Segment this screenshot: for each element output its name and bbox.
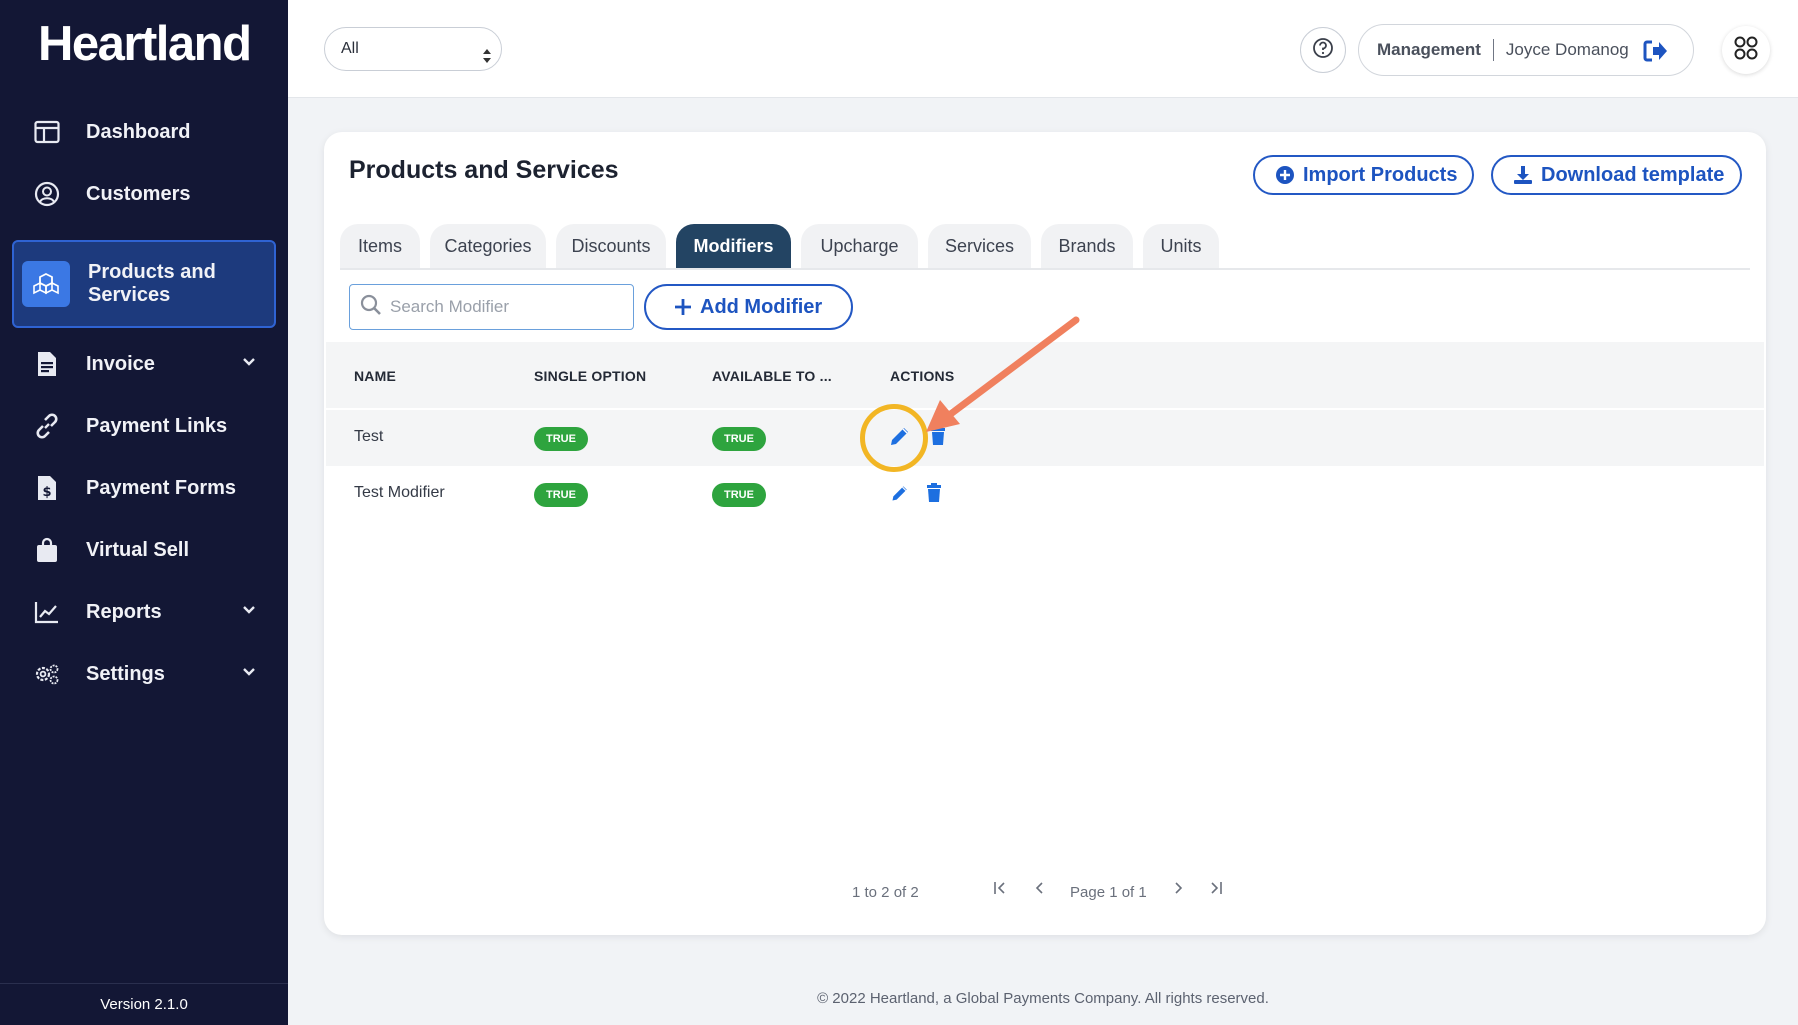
tab-modifiers[interactable]: Modifiers bbox=[676, 224, 791, 268]
divider bbox=[1492, 39, 1494, 61]
search-modifier-field[interactable] bbox=[349, 284, 634, 330]
apps-icon bbox=[1733, 35, 1759, 66]
reports-icon bbox=[32, 597, 62, 627]
sidebar-item-settings[interactable]: Settings bbox=[12, 640, 276, 708]
sidebar-item-label: Virtual Sell bbox=[86, 538, 190, 561]
dashboard-icon bbox=[32, 117, 62, 147]
chevron-down-icon[interactable] bbox=[242, 602, 256, 620]
sidebar-item-customers[interactable]: Customers bbox=[12, 160, 276, 228]
sidebar-item-virtual-sell[interactable]: Virtual Sell bbox=[12, 516, 276, 584]
next-page-icon[interactable] bbox=[1170, 880, 1186, 901]
search-input[interactable] bbox=[390, 297, 610, 317]
customers-icon bbox=[32, 179, 62, 209]
last-page-icon[interactable] bbox=[1208, 880, 1224, 901]
chevron-down-icon[interactable] bbox=[242, 354, 256, 372]
user-menu: Management Joyce Domanog bbox=[1358, 24, 1694, 76]
help-button[interactable] bbox=[1300, 27, 1346, 73]
download-template-button[interactable]: Download template bbox=[1491, 155, 1742, 195]
apps-grid-button[interactable] bbox=[1722, 26, 1770, 74]
edit-pencil-icon[interactable] bbox=[890, 483, 910, 508]
products-icon bbox=[22, 261, 70, 307]
search-icon bbox=[360, 294, 382, 321]
sidebar-item-label: Products and Services bbox=[88, 261, 216, 306]
plus-icon bbox=[674, 298, 692, 316]
delete-trash-icon[interactable] bbox=[926, 483, 942, 508]
sidebar-item-dashboard[interactable]: Dashboard bbox=[12, 98, 276, 166]
sidebar-item-label: Payment Links bbox=[86, 414, 228, 437]
annotation-arrow-icon bbox=[926, 316, 1080, 432]
page-title: Products and Services bbox=[349, 156, 619, 184]
previous-page-icon[interactable] bbox=[1032, 880, 1048, 901]
available-badge: TRUE bbox=[712, 427, 766, 451]
pagination-page-label: Page 1 of 1 bbox=[1070, 884, 1147, 901]
download-icon bbox=[1513, 165, 1533, 185]
link-icon bbox=[32, 411, 62, 441]
user-role: Management bbox=[1377, 40, 1481, 59]
sidebar-item-label: Reports bbox=[86, 600, 162, 623]
single-option-badge: TRUE bbox=[534, 483, 588, 507]
sidebar-item-label: Dashboard bbox=[86, 120, 191, 143]
tab-items[interactable]: Items bbox=[340, 224, 420, 268]
shopping-bag-icon bbox=[32, 535, 62, 565]
divider bbox=[340, 268, 1750, 270]
sidebar-item-payment-links[interactable]: Payment Links bbox=[12, 392, 276, 460]
column-header-single-option[interactable]: SINGLE OPTION bbox=[534, 368, 646, 384]
tab-units[interactable]: Units bbox=[1143, 224, 1219, 268]
settings-icon bbox=[32, 659, 62, 689]
sidebar-item-label: Customers bbox=[86, 182, 191, 205]
plus-circle-icon bbox=[1275, 165, 1295, 185]
question-icon bbox=[1312, 37, 1334, 64]
download-template-label: Download template bbox=[1541, 163, 1725, 186]
sidebar-item-label: Invoice bbox=[86, 352, 155, 375]
user-name: Joyce Domanog bbox=[1505, 40, 1629, 59]
payment-forms-icon: $ bbox=[32, 473, 62, 503]
tab-services[interactable]: Services bbox=[928, 224, 1031, 268]
chevron-down-icon[interactable] bbox=[242, 664, 256, 682]
add-modifier-label: Add Modifier bbox=[700, 295, 823, 318]
filter-selected-value: All bbox=[341, 40, 359, 57]
tab-discounts[interactable]: Discounts bbox=[556, 224, 666, 268]
column-header-available-to[interactable]: AVAILABLE TO ... bbox=[712, 368, 832, 384]
sidebar-item-products-and-services[interactable]: Products and Services bbox=[12, 240, 276, 328]
single-option-badge: TRUE bbox=[534, 427, 588, 451]
location-filter-select[interactable]: All bbox=[324, 27, 502, 71]
first-page-icon[interactable] bbox=[992, 880, 1008, 901]
tab-upcharge[interactable]: Upcharge bbox=[801, 224, 918, 268]
sidebar-item-payment-forms[interactable]: $ Payment Forms bbox=[12, 454, 276, 522]
svg-text:$: $ bbox=[42, 485, 51, 500]
logout-icon[interactable] bbox=[1643, 39, 1669, 68]
products-card: Products and Services Import Products Do… bbox=[324, 132, 1766, 935]
pagination-summary: 1 to 2 of 2 bbox=[852, 884, 919, 901]
select-arrows-icon bbox=[481, 40, 493, 82]
tab-brands[interactable]: Brands bbox=[1041, 224, 1133, 268]
top-bar: All Management Joyce Domanog bbox=[288, 0, 1798, 98]
modifier-name: Test Modifier bbox=[354, 484, 445, 501]
copyright-footer: © 2022 Heartland, a Global Payments Comp… bbox=[817, 990, 1269, 1007]
column-header-name[interactable]: NAME bbox=[354, 368, 396, 384]
import-products-button[interactable]: Import Products bbox=[1253, 155, 1474, 195]
sidebar-item-label: Payment Forms bbox=[86, 476, 237, 499]
sidebar-item-reports[interactable]: Reports bbox=[12, 578, 276, 646]
sidebar: Heartland Dashboard Customers Products a… bbox=[0, 0, 288, 1025]
tab-categories[interactable]: Categories bbox=[430, 224, 546, 268]
app-version: Version 2.1.0 bbox=[0, 983, 288, 1025]
modifier-name: Test bbox=[354, 428, 384, 445]
add-modifier-button[interactable]: Add Modifier bbox=[644, 284, 853, 330]
heartland-logo: Heartland bbox=[38, 17, 252, 71]
table-row[interactable]: Test Modifier TRUE TRUE bbox=[326, 466, 1764, 522]
available-badge: TRUE bbox=[712, 483, 766, 507]
invoice-icon bbox=[32, 349, 62, 379]
sidebar-item-invoice[interactable]: Invoice bbox=[12, 330, 276, 398]
sidebar-item-label: Settings bbox=[86, 662, 165, 685]
import-products-label: Import Products bbox=[1303, 163, 1458, 186]
